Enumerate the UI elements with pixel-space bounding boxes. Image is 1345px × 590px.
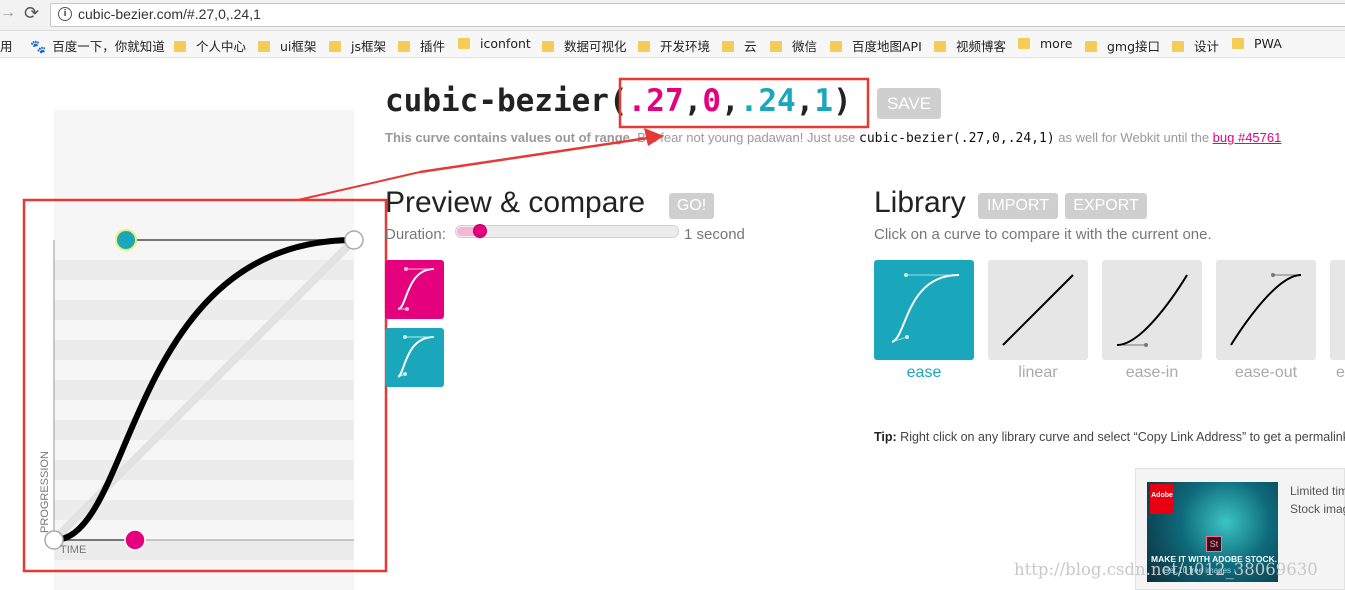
bookmark-cloud[interactable]: 云 bbox=[722, 36, 757, 55]
bookmark-gmg-api[interactable]: gmg接口 bbox=[1085, 36, 1160, 55]
ad-side-text-1: Limited time bbox=[1290, 484, 1345, 498]
duration-slider[interactable] bbox=[455, 225, 679, 238]
bookmark-design[interactable]: 设计 bbox=[1172, 36, 1219, 55]
p3-value: .24 bbox=[739, 83, 796, 119]
p2-value: 0 bbox=[702, 83, 721, 119]
folder-icon bbox=[1085, 41, 1097, 52]
ease-in-curve-icon bbox=[1116, 274, 1188, 347]
preview-title: Preview & compare bbox=[385, 186, 646, 219]
adobe-logo: Adobe bbox=[1150, 484, 1174, 514]
library-tip: Tip: Right click on any library curve an… bbox=[874, 430, 1345, 444]
export-button[interactable]: EXPORT bbox=[1065, 193, 1147, 219]
library-title: Library bbox=[874, 186, 966, 219]
graph-stripe bbox=[54, 340, 354, 360]
ease-out-curve-icon bbox=[1230, 273, 1302, 346]
control-point-2-handle[interactable] bbox=[115, 229, 137, 251]
preview-current-curve[interactable] bbox=[385, 260, 444, 319]
folder-icon bbox=[1172, 41, 1184, 52]
folder-icon bbox=[542, 41, 554, 52]
bookmark-data-viz[interactable]: 数据可视化 bbox=[542, 36, 627, 55]
library-card-ease[interactable] bbox=[874, 260, 974, 360]
library-label-ease-out[interactable]: ease-out bbox=[1216, 364, 1316, 382]
library-description: Click on a curve to compare it with the … bbox=[874, 226, 1212, 243]
duration-value: 1 second bbox=[684, 226, 745, 243]
folder-icon bbox=[1018, 38, 1030, 49]
folder-icon bbox=[934, 41, 946, 52]
bookmark-iconfont[interactable]: iconfont bbox=[458, 36, 531, 51]
import-button[interactable]: IMPORT bbox=[978, 193, 1058, 219]
preview-compare-curve[interactable] bbox=[385, 328, 444, 387]
library-card-linear[interactable] bbox=[988, 260, 1088, 360]
duration-slider-knob[interactable] bbox=[473, 224, 487, 238]
duration-label: Duration: bbox=[385, 226, 446, 243]
preview-current-curve-icon bbox=[397, 267, 435, 311]
preview-compare-curve-icon bbox=[397, 335, 435, 378]
adobe-stock-badge: St bbox=[1206, 536, 1222, 552]
linear-curve-icon bbox=[1002, 274, 1074, 346]
library-card-partial[interactable] bbox=[1330, 260, 1345, 360]
bookmark-baidu-map-api[interactable]: 百度地图API bbox=[830, 36, 922, 55]
watermark: http://blog.csdn.net/u012_38069630 bbox=[1014, 560, 1318, 579]
ad-side-text-2: Stock image bbox=[1290, 502, 1345, 516]
control-point-1-handle[interactable] bbox=[124, 529, 146, 551]
folder-icon bbox=[638, 41, 650, 52]
bookmark-wechat[interactable]: 微信 bbox=[770, 36, 817, 55]
time-axis-label: TIME bbox=[60, 544, 86, 556]
end-point bbox=[344, 230, 364, 250]
library-label-partial[interactable]: e bbox=[1336, 364, 1345, 382]
folder-icon bbox=[830, 41, 842, 52]
graph-stripe bbox=[54, 540, 354, 560]
save-button[interactable]: SAVE bbox=[877, 88, 941, 119]
p4-value: 1 bbox=[814, 83, 833, 119]
library-label-ease-in[interactable]: ease-in bbox=[1102, 364, 1202, 382]
graph-stripe bbox=[54, 260, 354, 280]
progression-axis-label: PROGRESSION bbox=[39, 451, 51, 533]
bezier-title: cubic-bezier(.27,0,.24,1) bbox=[385, 83, 852, 119]
library-card-ease-out[interactable] bbox=[1216, 260, 1316, 360]
ease-curve-icon bbox=[891, 273, 960, 343]
bookmark-video-blog[interactable]: 视频博客 bbox=[934, 36, 1006, 55]
library-label-linear[interactable]: linear bbox=[988, 364, 1088, 382]
bookmark-pwa[interactable]: PWA bbox=[1232, 36, 1282, 51]
bookmark-more[interactable]: more bbox=[1018, 36, 1072, 51]
library-label-ease[interactable]: ease bbox=[874, 364, 974, 382]
folder-icon bbox=[722, 41, 734, 52]
folder-icon bbox=[1232, 38, 1244, 49]
bezier-graph[interactable]: TIME PROGRESSION bbox=[0, 0, 420, 590]
bug-link[interactable]: bug #45761 bbox=[1213, 130, 1282, 145]
go-button[interactable]: GO! bbox=[669, 193, 714, 219]
graph-stripe bbox=[54, 420, 354, 440]
p1-value: .27 bbox=[627, 83, 684, 119]
library-card-ease-in[interactable] bbox=[1102, 260, 1202, 360]
graph-stripe bbox=[54, 460, 354, 480]
subtitle-code: cubic-bezier(.27,0,.24,1) bbox=[859, 131, 1055, 146]
folder-icon bbox=[458, 38, 470, 49]
bookmark-dev-env[interactable]: 开发环境 bbox=[638, 36, 710, 55]
out-of-range-notice: This curve contains values out of range.… bbox=[385, 130, 1282, 146]
folder-icon bbox=[770, 41, 782, 52]
